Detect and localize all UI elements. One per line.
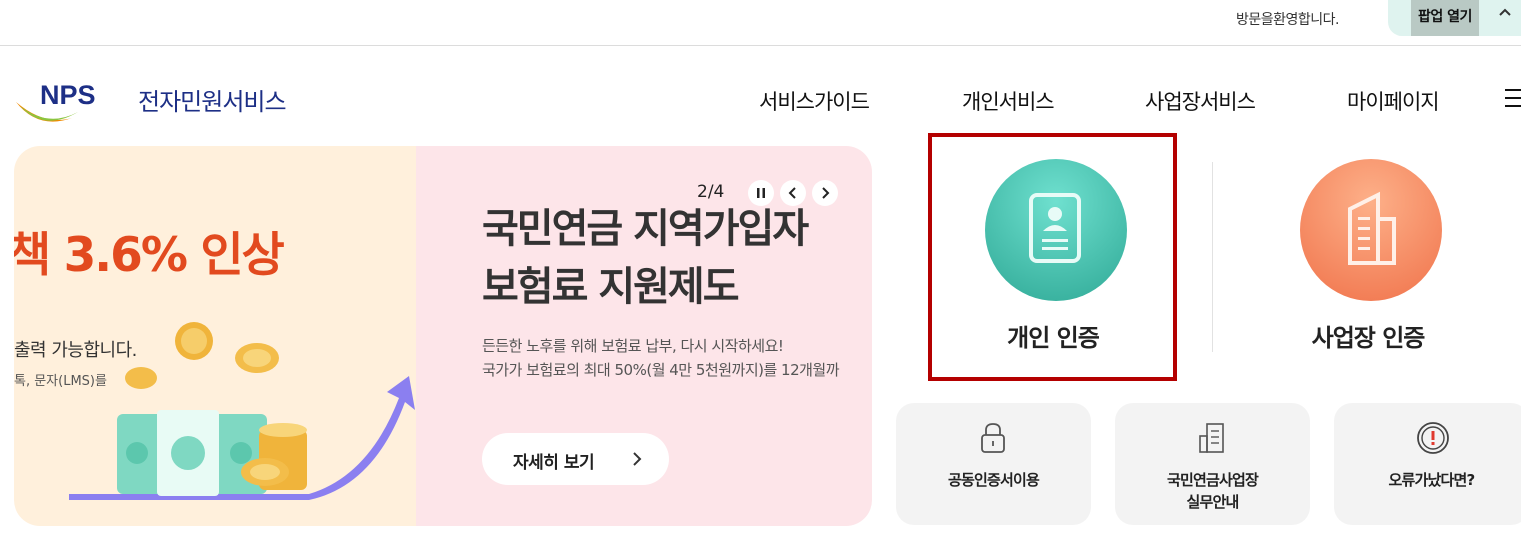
banner-desc-line-2: 국가가 보험료의 최대 50%(월 4만 5천원까지)를 12개월까 [482,361,840,379]
joint-certificate-label: 공동인증서이용 [947,471,1040,489]
banner-title: 국민연금 지역가입자 보험료 지원제도 [482,200,809,316]
business-auth-button[interactable]: 사업장 인증 [1243,135,1493,375]
workplace-guide-label-line-2: 실무안내 [1186,493,1239,511]
pause-icon [757,188,765,198]
error-help-card[interactable]: 오류가났다면? [1334,403,1521,525]
view-details-button[interactable]: 자세히 보기 [482,433,669,485]
document-icon [1199,423,1224,453]
workplace-guide-card[interactable]: 국민연금사업장 실무안내 [1115,403,1310,525]
banner-description: 든든한 노후를 위해 보험료 납부, 다시 시작하세요! 국가가 보험료의 최대… [482,334,840,382]
nav-my-page[interactable]: 마이페이지 [1347,86,1440,116]
hamburger-menu-icon[interactable] [1505,89,1521,109]
business-auth-label: 사업장 인증 [1311,324,1426,352]
previous-slide-button[interactable] [780,180,806,206]
promo-banner: 책 3.6% 인상 출력 가능합니다. 톡, 문자(LMS)를 국민연금 지역가… [14,146,872,526]
nav-personal-service[interactable]: 개인서비스 [962,86,1055,116]
pause-button[interactable] [748,180,774,206]
rate-increase-text: 책 3.6% 인상 [14,228,285,283]
business-auth-circle [1300,159,1442,301]
welcome-text: 방문을환영합니다. [1236,12,1340,28]
chevron-right-icon [822,187,830,199]
money-growth-illustration [69,322,415,500]
chevron-up-icon[interactable] [1496,4,1514,22]
building-icon [1348,191,1396,265]
alert-icon [1417,422,1449,454]
error-help-label: 오류가났다면? [1388,471,1476,489]
workplace-guide-label: 국민연금사업장 실무안내 [1115,469,1310,513]
banner-desc-line-1: 든든한 노후를 위해 보험료 납부, 다시 시작하세요! [482,337,784,355]
banner-title-line-1: 국민연금 지역가입자 [482,206,809,252]
slide-pager: 2/4 [697,182,725,202]
top-utility-bar: 방문을환영합니다. 팝업 열기 [0,0,1521,46]
next-slide-button[interactable] [812,180,838,206]
banner-previous-slide: 책 3.6% 인상 출력 가능합니다. 톡, 문자(LMS)를 [14,146,416,526]
nav-business-service[interactable]: 사업장서비스 [1145,86,1256,116]
popup-open-button[interactable]: 팝업 열기 [1411,0,1479,36]
auth-divider [1212,162,1213,352]
view-details-label: 자세히 보기 [513,453,595,473]
chevron-left-icon [788,187,796,199]
banner-title-line-2: 보험료 지원제도 [482,264,740,310]
workplace-guide-label-line-1: 국민연금사업장 [1166,471,1259,489]
nav-service-guide[interactable]: 서비스가이드 [759,86,870,116]
selection-highlight-box [928,133,1177,381]
joint-certificate-card[interactable]: 공동인증서이용 [896,403,1091,525]
lock-icon [981,423,1005,453]
chevron-right-icon [633,452,642,466]
main-nav: 서비스가이드 개인서비스 사업장서비스 마이페이지 [0,86,1521,116]
